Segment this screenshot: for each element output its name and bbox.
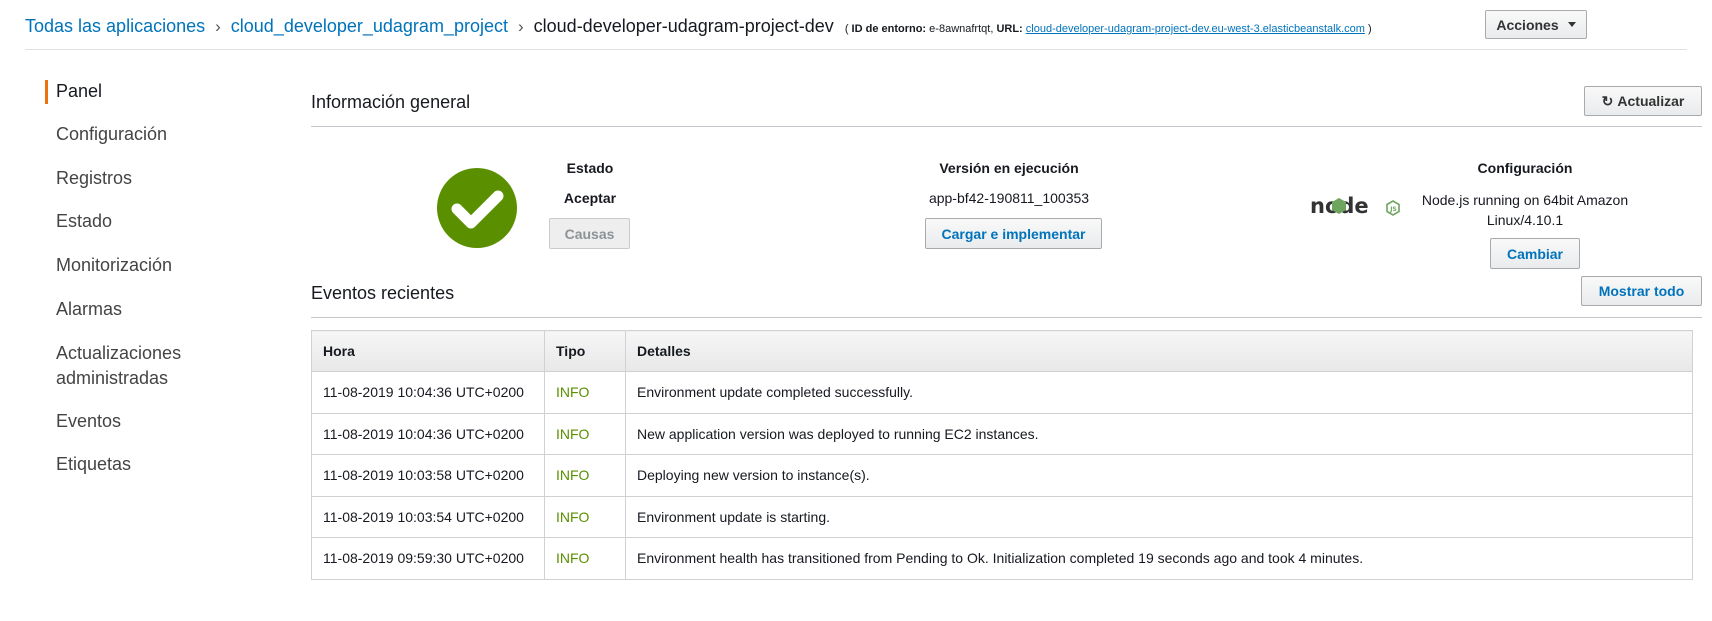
event-type: INFO [544,495,626,538]
table-header-row: Hora Tipo Detalles [311,330,1693,372]
nodejs-logo-badge: JS [1389,206,1397,213]
nodejs-logo: node JS [1310,193,1405,219]
events-divider [311,317,1702,318]
sidebar-item-configuracion[interactable]: Configuración [45,123,167,146]
env-info-close-paren: ) [1367,23,1372,35]
refresh-icon: ↻ [1601,92,1614,109]
caret-down-icon [1567,22,1576,27]
table-row: 11-08-2019 10:03:58 UTC+0200 INFO Deploy… [311,454,1693,497]
breadcrumb-all-apps-link[interactable]: Todas las aplicaciones [25,16,205,37]
overview-title: Información general [311,92,471,112]
change-config-button[interactable]: Cambiar [1490,238,1580,269]
refresh-button[interactable]: ↻ Actualizar [1584,86,1702,116]
config-label: Configuración [1477,160,1573,176]
column-header-detalles[interactable]: Detalles [625,330,1693,372]
health-label: Estado [566,160,614,176]
event-type: INFO [544,454,626,497]
breadcrumb-current-env: cloud-developer-udagram-project-dev [533,16,834,36]
env-url-link[interactable]: cloud-developer-udagram-project-dev.eu-w… [1026,23,1365,35]
version-label: Versión en ejecución [939,160,1079,176]
event-time: 11-08-2019 10:03:54 UTC+0200 [311,495,545,538]
version-value: app-bf42-190811_100353 [928,190,1090,206]
sidebar-item-estado[interactable]: Estado [45,210,112,233]
env-info-open-paren: ( [844,23,849,35]
overview-divider [311,126,1702,127]
sidebar-item-monitorizacion[interactable]: Monitorización [45,254,172,277]
column-header-tipo[interactable]: Tipo [544,330,626,372]
table-row: 11-08-2019 10:03:54 UTC+0200 INFO Enviro… [311,495,1693,538]
sidebar-item-etiquetas[interactable]: Etiquetas [45,453,131,476]
event-type: INFO [544,412,626,455]
event-details: Environment health has transitioned from… [625,537,1693,580]
events-title: Eventos recientes [311,283,455,303]
event-details: Environment update is starting. [625,495,1693,538]
health-value: Aceptar [563,190,617,206]
table-row: 11-08-2019 10:04:36 UTC+0200 INFO Enviro… [311,371,1693,414]
column-header-hora[interactable]: Hora [311,330,545,372]
event-details: Environment update completed successfull… [625,371,1693,414]
breadcrumb-separator: › [215,17,221,36]
env-info: ( ID de entorno: e-8awnafrtqt, URL: clou… [845,23,1372,35]
breadcrumb: Todas las aplicaciones › cloud_developer… [25,16,1372,37]
event-time: 11-08-2019 10:03:58 UTC+0200 [311,454,545,497]
nodejs-logo-icon: node JS [1310,194,1400,218]
actions-button[interactable]: Acciones [1485,10,1587,39]
actions-button-label: Acciones [1496,16,1559,33]
header-divider [25,49,1687,50]
table-row: 11-08-2019 10:04:36 UTC+0200 INFO New ap… [311,412,1693,455]
check-circle-icon [437,168,517,248]
health-status-icon [437,168,517,248]
event-type: INFO [544,371,626,414]
env-id-label: ID de entorno: [851,23,927,35]
config-value: Node.js running on 64bit Amazon Linux/4.… [1421,192,1629,228]
table-row: 11-08-2019 09:59:30 UTC+0200 INFO Enviro… [311,537,1693,580]
event-details: Deploying new version to instance(s). [625,454,1693,497]
sidebar-item-panel[interactable]: Panel [45,80,102,104]
events-table: Hora Tipo Detalles 11-08-2019 10:04:36 U… [311,330,1693,580]
top-header: Todas las aplicaciones › cloud_developer… [0,0,1712,50]
show-all-button[interactable]: Mostrar todo [1581,276,1702,306]
event-details: New application version was deployed to … [625,412,1693,455]
env-id-value: e-8awnafrtqt, [929,23,994,35]
sidebar-item-alarmas[interactable]: Alarmas [45,298,122,321]
sidebar-item-eventos[interactable]: Eventos [45,410,121,433]
event-time: 11-08-2019 10:04:36 UTC+0200 [311,371,545,414]
breadcrumb-separator: › [517,17,524,36]
sidebar-item-actualizaciones[interactable]: Actualizaciones administradas [45,341,235,391]
causes-button[interactable]: Causas [549,218,630,249]
sidebar-item-registros[interactable]: Registros [45,167,132,190]
event-type: INFO [544,537,626,580]
breadcrumb-app-link[interactable]: cloud_developer_udagram_project [231,16,508,37]
event-time: 11-08-2019 10:04:36 UTC+0200 [311,412,545,455]
env-url-label: URL: [996,23,1023,35]
refresh-button-label: Actualizar [1617,93,1685,109]
upload-deploy-button[interactable]: Cargar e implementar [925,218,1102,249]
event-time: 11-08-2019 09:59:30 UTC+0200 [311,537,545,580]
